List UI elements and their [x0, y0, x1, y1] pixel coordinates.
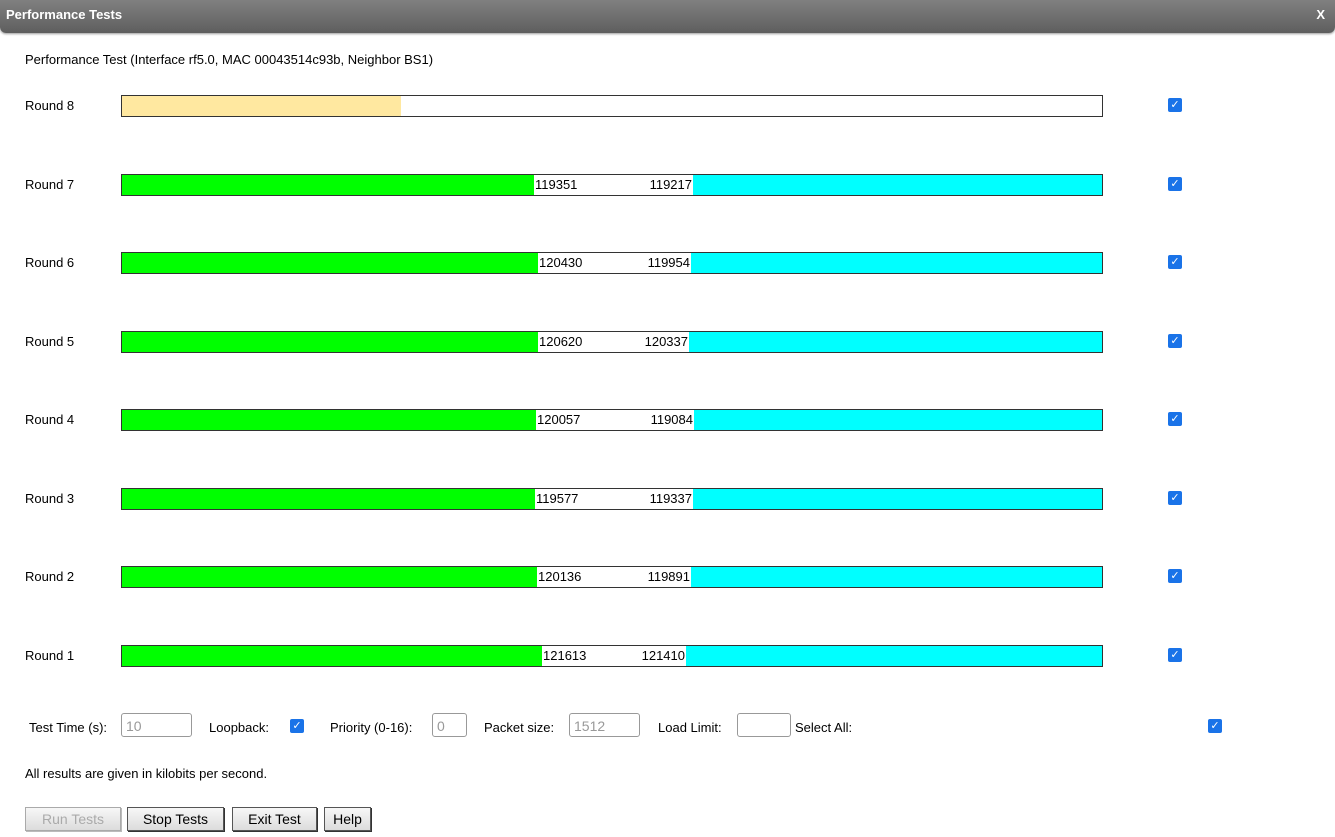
upstream-fill — [691, 253, 1102, 273]
downstream-fill — [122, 175, 534, 195]
window-titlebar: Performance Tests X — [0, 0, 1335, 33]
round-row: Round 3 119577 119337 ✓ — [0, 488, 1335, 510]
round-label: Round 2 — [25, 569, 75, 584]
round-label: Round 4 — [25, 412, 75, 427]
loopback-label: Loopback: — [209, 720, 269, 735]
downstream-value: 120136 — [538, 569, 582, 584]
downstream-fill — [122, 332, 538, 352]
window-title: Performance Tests — [6, 7, 123, 22]
test-time-label: Test Time (s): — [29, 720, 108, 735]
packet-size-input[interactable]: 1512 — [569, 713, 640, 737]
round-checkbox[interactable]: ✓ — [1168, 255, 1182, 269]
priority-label: Priority (0-16): — [330, 720, 413, 735]
throughput-bar: 120057 119084 — [121, 409, 1103, 431]
upstream-value: 119954 — [647, 255, 690, 270]
controls-bar: Test Time (s): 10 Loopback: ✓ Priority (… — [0, 712, 1335, 740]
round-row: Round 5 120620 120337 ✓ — [0, 331, 1335, 353]
upstream-value: 119891 — [647, 569, 690, 584]
priority-input[interactable]: 0 — [432, 713, 467, 737]
round-row: Round 2 120136 119891 ✓ — [0, 566, 1335, 588]
downstream-value: 120057 — [537, 412, 581, 427]
downstream-fill — [122, 489, 535, 509]
round-checkbox[interactable]: ✓ — [1168, 412, 1182, 426]
progress-fill — [122, 96, 401, 116]
upstream-value: 119337 — [649, 491, 692, 506]
round-row: Round 1 121613 121410 ✓ — [0, 645, 1335, 667]
stop-tests-button[interactable]: Stop Tests — [127, 807, 224, 831]
upstream-fill — [689, 332, 1102, 352]
downstream-value: 120430 — [539, 255, 583, 270]
round-label: Round 6 — [25, 255, 75, 270]
select-all-label: Select All: — [795, 720, 853, 735]
load-limit-label: Load Limit: — [658, 720, 722, 735]
throughput-bar: 120136 119891 — [121, 566, 1103, 588]
round-label: Round 3 — [25, 491, 75, 506]
downstream-fill — [122, 410, 536, 430]
round-label: Round 8 — [25, 98, 75, 113]
round-checkbox[interactable]: ✓ — [1168, 334, 1182, 348]
upstream-fill — [693, 489, 1102, 509]
test-subtitle: Performance Test (Interface rf5.0, MAC 0… — [25, 52, 434, 67]
loopback-checkbox[interactable]: ✓ — [290, 719, 304, 733]
downstream-value: 120620 — [539, 334, 583, 349]
upstream-fill — [686, 646, 1102, 666]
exit-test-button[interactable]: Exit Test — [232, 807, 317, 831]
upstream-fill — [694, 410, 1102, 430]
load-limit-input[interactable] — [737, 713, 791, 737]
units-note: All results are given in kilobits per se… — [25, 766, 268, 781]
throughput-bar — [121, 95, 1103, 117]
throughput-bar: 119351 119217 — [121, 174, 1103, 196]
packet-size-label: Packet size: — [484, 720, 555, 735]
throughput-bar: 121613 121410 — [121, 645, 1103, 667]
downstream-value: 119351 — [535, 177, 578, 192]
round-row: Round 4 120057 119084 ✓ — [0, 409, 1335, 431]
help-button[interactable]: Help — [324, 807, 371, 831]
upstream-fill — [693, 175, 1102, 195]
upstream-value: 119217 — [649, 177, 692, 192]
run-tests-button[interactable]: Run Tests — [25, 807, 121, 831]
round-checkbox[interactable]: ✓ — [1168, 177, 1182, 191]
round-checkbox[interactable]: ✓ — [1168, 569, 1182, 583]
upstream-fill — [691, 567, 1102, 587]
downstream-value: 121613 — [543, 648, 587, 663]
round-checkbox[interactable]: ✓ — [1168, 491, 1182, 505]
upstream-value: 119084 — [650, 412, 693, 427]
round-label: Round 7 — [25, 177, 75, 192]
round-checkbox[interactable]: ✓ — [1168, 648, 1182, 662]
round-row: Round 7 119351 119217 ✓ — [0, 174, 1335, 196]
throughput-bar: 119577 119337 — [121, 488, 1103, 510]
downstream-value: 119577 — [536, 491, 579, 506]
round-row: Round 6 120430 119954 ✓ — [0, 252, 1335, 274]
select-all-checkbox[interactable]: ✓ — [1208, 719, 1222, 733]
downstream-fill — [122, 646, 542, 666]
throughput-bar: 120620 120337 — [121, 331, 1103, 353]
downstream-fill — [122, 567, 537, 587]
downstream-fill — [122, 253, 538, 273]
upstream-value: 121410 — [641, 648, 685, 663]
round-label: Round 5 — [25, 334, 75, 349]
round-label: Round 1 — [25, 648, 75, 663]
upstream-value: 120337 — [644, 334, 688, 349]
test-time-input[interactable]: 10 — [121, 713, 192, 737]
round-checkbox[interactable]: ✓ — [1168, 98, 1182, 112]
round-row: Round 8 ✓ — [0, 95, 1335, 117]
throughput-bar: 120430 119954 — [121, 252, 1103, 274]
close-button[interactable]: X — [1316, 7, 1325, 22]
